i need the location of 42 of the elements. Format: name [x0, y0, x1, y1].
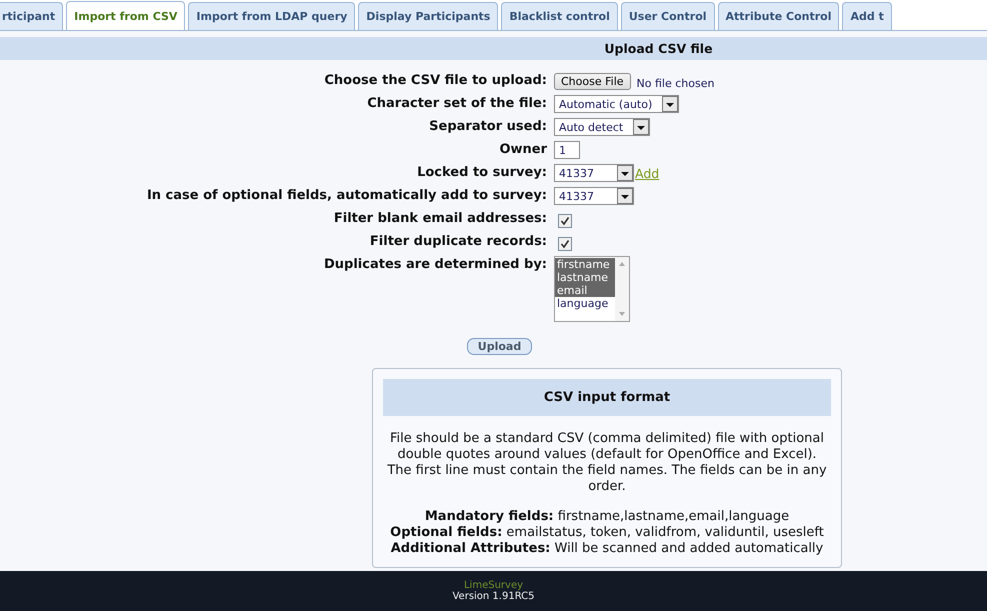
listbox-option[interactable]: email: [555, 284, 615, 297]
checkbox[interactable]: [558, 236, 572, 250]
listbox-option[interactable]: firstname: [555, 258, 615, 271]
survey-select[interactable]: Automatic (auto): [554, 95, 680, 113]
tab[interactable]: Blacklist control: [501, 2, 618, 30]
survey-select[interactable]: Auto detect: [554, 118, 650, 136]
checkbox[interactable]: [558, 214, 572, 228]
tab[interactable]: Import from LDAP query: [188, 2, 356, 30]
info-description: File should be a standard CSV (comma delimited) file with optional double quotes around values (default for OpenOffice and Excel). The first line must contain the field names. The fields can be in any order.: [386, 431, 828, 495]
brand-name: LimeSurvey: [464, 580, 524, 591]
field-info-line: Optional fields: emailstatus, token, validfrom, validuntil, usesleft: [390, 525, 824, 541]
survey-select[interactable]: 41337: [554, 164, 634, 182]
scroll-up-icon[interactable]: [618, 260, 626, 268]
tab[interactable]: Import from CSV: [66, 1, 186, 30]
field-label: Character set of the file:: [366, 95, 547, 113]
tab[interactable]: Display Participants: [358, 2, 498, 30]
field-info-line: Mandatory fields: firstname,lastname,email,language: [424, 509, 790, 525]
scroll-down-icon[interactable]: [618, 310, 626, 318]
listbox-option[interactable]: lastname: [555, 271, 615, 284]
field-label: Choose the CSV file to upload:: [323, 72, 547, 90]
listbox-option[interactable]: language: [555, 297, 615, 310]
fields-listbox[interactable]: firstname lastname email language: [554, 256, 630, 322]
field-info-line: Additional Attributes: Will be scanned and added automatically: [390, 541, 824, 557]
scrollbar[interactable]: [615, 257, 629, 321]
info-title: CSV input format: [383, 379, 831, 416]
field-label: Filter duplicate records:: [368, 233, 547, 251]
tab[interactable]: rticipant: [0, 2, 64, 30]
tab[interactable]: Attribute Control: [718, 2, 840, 30]
field-label: Duplicates are determined by:: [322, 256, 547, 274]
field-label: Owner: [498, 141, 547, 159]
upload-button[interactable]: Upload: [466, 338, 532, 355]
choose-file-button[interactable]: Choose File: [554, 72, 631, 90]
field-label: Locked to survey:: [416, 164, 547, 182]
field-label: Separator used:: [428, 118, 547, 136]
version-text: Version 1.91RC5: [452, 591, 534, 602]
field-label: In case of optional fields, automatically add to survey:: [146, 187, 547, 205]
tab[interactable]: Add t: [842, 2, 892, 30]
file-status: No file chosen: [636, 76, 714, 90]
survey-select[interactable]: 41337: [554, 187, 634, 205]
field-label: Filter blank email addresses:: [332, 210, 547, 228]
tab[interactable]: User Control: [620, 2, 715, 30]
owner-field[interactable]: 1: [554, 141, 580, 159]
